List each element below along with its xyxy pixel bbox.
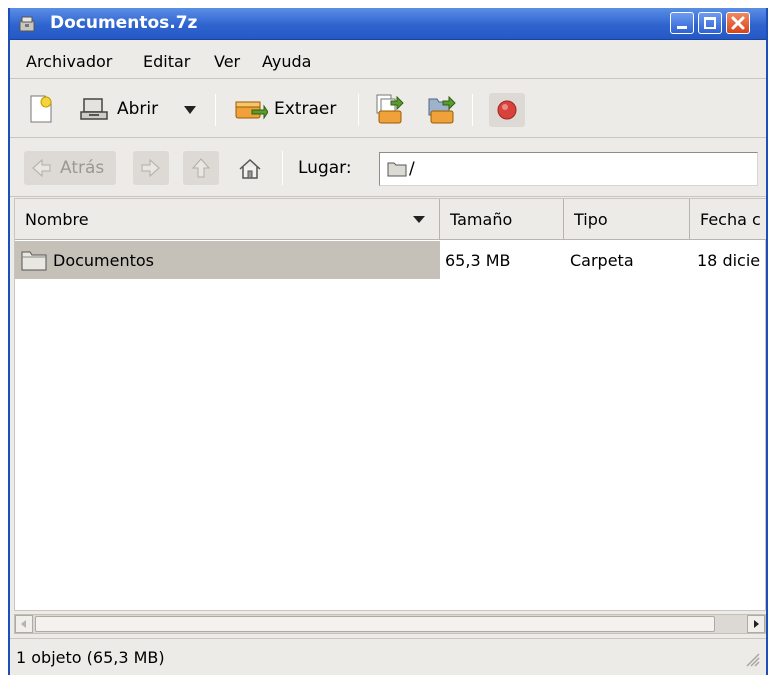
- cell-name: Documentos: [15, 241, 440, 279]
- arrow-right-icon: [141, 158, 160, 178]
- close-button[interactable]: [726, 12, 750, 34]
- toolbar-separator: [472, 94, 473, 126]
- location-input[interactable]: /: [379, 152, 758, 186]
- column-label: Nombre: [25, 210, 89, 229]
- column-header-date[interactable]: Fecha c: [690, 199, 766, 240]
- table-row[interactable]: Documentos 65,3 MB Carpeta 18 dicie: [15, 241, 765, 279]
- window-title: Documentos.7z: [50, 13, 198, 33]
- scroll-thumb[interactable]: [35, 616, 715, 632]
- sort-descending-icon: [413, 216, 425, 223]
- stop-icon: [497, 100, 517, 120]
- up-button[interactable]: [183, 151, 219, 185]
- title-bar[interactable]: Documentos.7z: [10, 8, 766, 40]
- resize-grip-icon[interactable]: [742, 649, 760, 667]
- toolbar: Abrir Extraer: [10, 80, 766, 138]
- add-folder-icon[interactable]: [427, 93, 457, 125]
- row-date: 18 dicie: [697, 251, 761, 270]
- minimize-icon: [677, 26, 687, 29]
- add-files-icon[interactable]: [375, 93, 405, 125]
- arrow-left-icon: [32, 158, 51, 178]
- cell-size: 65,3 MB: [440, 241, 564, 279]
- archive-icon: [19, 16, 35, 32]
- location-label: Lugar:: [298, 158, 352, 178]
- menu-ayuda[interactable]: Ayuda: [262, 52, 311, 71]
- location-separator: [282, 151, 283, 185]
- arrow-up-icon: [191, 158, 211, 178]
- folder-icon: [387, 162, 407, 177]
- new-archive-icon[interactable]: [28, 94, 54, 124]
- menu-bar: Archivador Editar Ver Ayuda: [10, 41, 766, 79]
- app-window: Documentos.7z Archivador Editar Ver Ayud…: [8, 8, 768, 675]
- column-header-name[interactable]: Nombre: [15, 199, 440, 240]
- toolbar-separator: [215, 94, 216, 126]
- status-text: 1 objeto (65,3 MB): [16, 648, 165, 667]
- cell-date: 18 dicie: [690, 241, 766, 279]
- menu-ver[interactable]: Ver: [214, 52, 240, 71]
- column-header-type[interactable]: Tipo: [564, 199, 690, 240]
- menu-archivador[interactable]: Archivador: [26, 52, 112, 71]
- cell-type: Carpeta: [564, 241, 690, 279]
- close-icon: [731, 16, 745, 30]
- file-list: Nombre Tamaño Tipo Fecha c Documentos 65…: [14, 198, 766, 611]
- back-label: Atrás: [60, 158, 105, 178]
- location-bar: Atrás Lugar: /: [10, 139, 766, 197]
- column-header-size[interactable]: Tamaño: [440, 199, 564, 240]
- home-icon[interactable]: [238, 158, 262, 180]
- column-label: Tamaño: [450, 210, 513, 229]
- horizontal-scrollbar[interactable]: [14, 614, 766, 634]
- row-type: Carpeta: [570, 251, 634, 270]
- arrow-left-icon: [21, 620, 26, 628]
- maximize-button[interactable]: [698, 12, 722, 34]
- back-button[interactable]: Atrás: [24, 151, 116, 185]
- menu-editar[interactable]: Editar: [143, 52, 190, 71]
- chevron-down-icon[interactable]: [183, 106, 197, 114]
- folder-icon: [21, 251, 47, 271]
- column-label: Tipo: [574, 210, 608, 229]
- open-archive-icon: [80, 98, 108, 120]
- stop-button[interactable]: [489, 93, 525, 127]
- status-bar: 1 objeto (65,3 MB): [10, 638, 766, 675]
- extract-icon: [235, 101, 268, 120]
- open-label: Abrir: [117, 99, 159, 119]
- scroll-right-button[interactable]: [747, 615, 765, 633]
- forward-button[interactable]: [133, 151, 169, 185]
- minimize-button[interactable]: [670, 12, 694, 34]
- scroll-left-button[interactable]: [15, 615, 33, 633]
- maximize-icon: [704, 17, 716, 29]
- arrow-right-icon: [754, 620, 759, 628]
- row-size: 65,3 MB: [445, 251, 511, 270]
- location-value: /: [409, 159, 415, 179]
- row-name: Documentos: [53, 251, 155, 270]
- extract-label: Extraer: [274, 99, 337, 119]
- toolbar-separator: [358, 94, 359, 126]
- column-label: Fecha c: [700, 210, 761, 229]
